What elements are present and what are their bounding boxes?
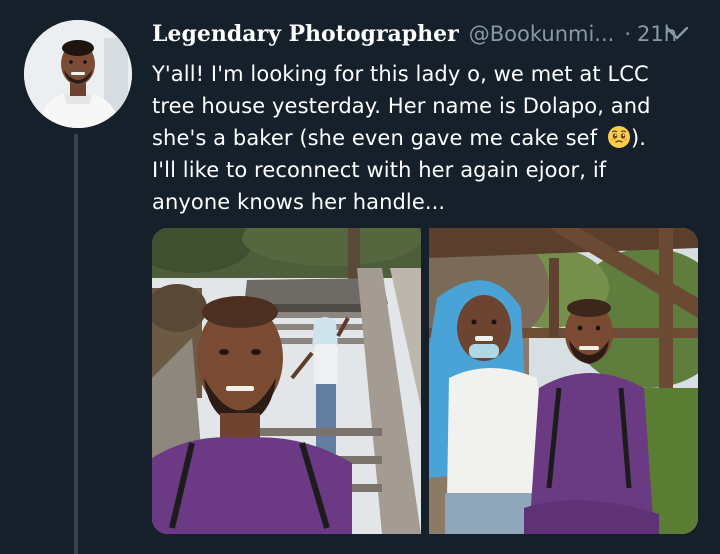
avatar[interactable] xyxy=(24,20,132,128)
selfie-photo-treehouse-stairs-icon xyxy=(152,228,421,534)
photo-couple-treehouse-icon xyxy=(429,228,698,534)
tweet-text: Y'all! I'm looking for this lady o, we m… xyxy=(152,58,692,218)
photo-right[interactable] xyxy=(429,228,698,534)
display-name[interactable]: Legendary Photographer xyxy=(152,21,459,47)
user-handle[interactable]: @Bookunmi... xyxy=(469,22,615,46)
chevron-down-icon[interactable] xyxy=(664,22,690,44)
media-grid xyxy=(152,228,698,534)
pleading-face-emoji-icon xyxy=(607,126,630,148)
photo-left[interactable] xyxy=(152,228,421,534)
thread-line xyxy=(74,134,78,554)
tweet-text-part-1: Y'all! I'm looking for this lady o, we m… xyxy=(152,62,651,150)
separator-dot: · xyxy=(624,22,632,46)
profile-avatar-icon xyxy=(24,20,132,128)
tweet-header: Legendary Photographer @Bookunmi... · 21… xyxy=(152,14,712,54)
tweet[interactable]: Legendary Photographer @Bookunmi... · 21… xyxy=(0,0,720,554)
